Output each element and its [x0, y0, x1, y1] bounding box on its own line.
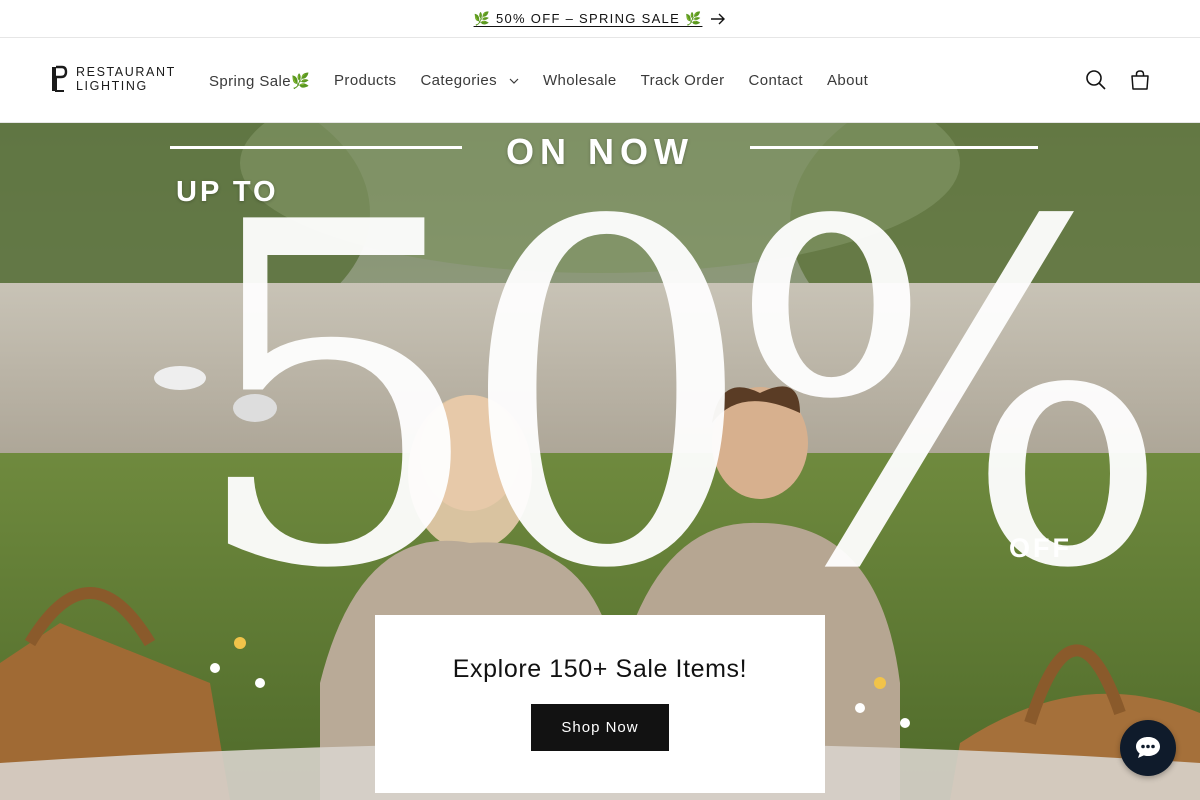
hero-off: OFF — [1009, 533, 1072, 563]
nav-label: About — [826, 72, 869, 89]
nav-item-about[interactable]: About — [815, 38, 880, 123]
hero-card-title: Explore 150+ Sale Items! — [452, 655, 748, 683]
search-icon — [1086, 70, 1106, 90]
nav-item-categories[interactable]: Categories — [408, 38, 531, 123]
site-header: RESTAURANT LIGHTING Spring Sale🌿 Product… — [0, 38, 1200, 123]
main-nav: Spring Sale🌿 Products Categories Wholesa… — [197, 38, 880, 123]
chat-button[interactable] — [1120, 720, 1176, 776]
chat-bubble-icon — [1136, 737, 1160, 758]
nav-label: Track Order — [640, 72, 725, 89]
nav-label: Contact — [748, 72, 803, 89]
hero-banner: ON NOW UP TO 50% OFF Explore 150+ Sale I… — [0, 123, 1200, 800]
search-button[interactable] — [1081, 65, 1111, 95]
logo-line-1: RESTAURANT — [76, 65, 176, 79]
nav-item-contact[interactable]: Contact — [736, 38, 815, 123]
nav-label: Spring Sale🌿 — [209, 72, 311, 90]
nav-label: Wholesale — [542, 72, 617, 89]
logo-mark-icon — [52, 65, 68, 92]
arrow-right-icon — [710, 13, 726, 25]
chevron-down-icon — [509, 78, 519, 84]
nav-label: Products — [334, 72, 397, 89]
announcement-bar: 🌿 50% OFF – SPRING SALE 🌿 — [0, 0, 1200, 38]
shop-now-button[interactable]: Shop Now — [531, 704, 669, 751]
logo-line-2: LIGHTING — [76, 79, 148, 93]
nav-item-products[interactable]: Products — [322, 38, 408, 123]
cart-icon — [1131, 70, 1149, 90]
nav-label: Categories — [420, 72, 497, 89]
cart-button[interactable] — [1125, 65, 1155, 95]
nav-item-spring-sale[interactable]: Spring Sale🌿 — [197, 38, 322, 123]
nav-item-wholesale[interactable]: Wholesale — [531, 38, 629, 123]
hero-cta-card: Explore 150+ Sale Items! Shop Now — [375, 615, 825, 793]
nav-item-track-order[interactable]: Track Order — [629, 38, 737, 123]
announcement-text: 🌿 50% OFF – SPRING SALE 🌿 — [473, 10, 703, 26]
logo-text: RESTAURANT LIGHTING — [76, 65, 176, 93]
site-logo[interactable]: RESTAURANT LIGHTING — [50, 65, 176, 93]
hero-big-percentage: 50% — [188, 124, 1173, 671]
announcement-link[interactable]: 🌿 50% OFF – SPRING SALE 🌿 — [474, 11, 727, 27]
